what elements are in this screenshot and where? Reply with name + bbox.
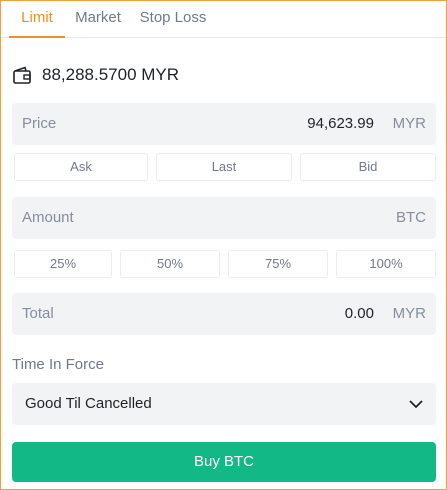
ask-button[interactable]: Ask (14, 153, 148, 181)
amount-input[interactable]: Amount BTC (12, 197, 436, 239)
tab-stop-loss[interactable]: Stop Loss (135, 1, 211, 37)
available-balance: 88,288.5700 MYR (12, 63, 179, 87)
time-in-force-value: Good Til Cancelled (25, 395, 152, 412)
bid-button[interactable]: Bid (300, 153, 436, 181)
total-input[interactable]: Total 0.00 MYR (12, 293, 436, 335)
price-reference-buttons: Ask Last Bid (12, 153, 436, 181)
order-form-panel: Limit Market Stop Loss 88,288.5700 MYR P… (0, 0, 447, 490)
amount-label: Amount (22, 209, 74, 226)
percent-75-button[interactable]: 75% (228, 250, 328, 278)
time-in-force-label: Time In Force (12, 356, 104, 373)
total-label: Total (22, 305, 54, 322)
price-unit: MYR (392, 115, 426, 132)
order-type-tabs: Limit Market Stop Loss (1, 1, 446, 38)
buy-btc-button[interactable]: Buy BTC (12, 442, 436, 482)
price-value: 94,623.99 (307, 115, 374, 132)
amount-unit: BTC (396, 209, 426, 226)
chevron-down-icon (409, 400, 423, 409)
balance-value: 88,288.5700 MYR (42, 65, 180, 84)
tab-limit[interactable]: Limit (9, 1, 65, 38)
wallet-icon (13, 66, 31, 84)
percent-buttons: 25% 50% 75% 100% (12, 250, 436, 278)
tab-market[interactable]: Market (69, 1, 127, 37)
total-value: 0.00 (344, 305, 374, 322)
time-in-force-select[interactable]: Good Til Cancelled (12, 383, 436, 425)
percent-25-button[interactable]: 25% (14, 250, 112, 278)
percent-50-button[interactable]: 50% (120, 250, 220, 278)
price-input[interactable]: Price 94,623.99 MYR (12, 103, 436, 145)
percent-100-button[interactable]: 100% (336, 250, 436, 278)
price-label: Price (22, 115, 57, 132)
total-unit: MYR (392, 305, 426, 322)
last-button[interactable]: Last (156, 153, 292, 181)
